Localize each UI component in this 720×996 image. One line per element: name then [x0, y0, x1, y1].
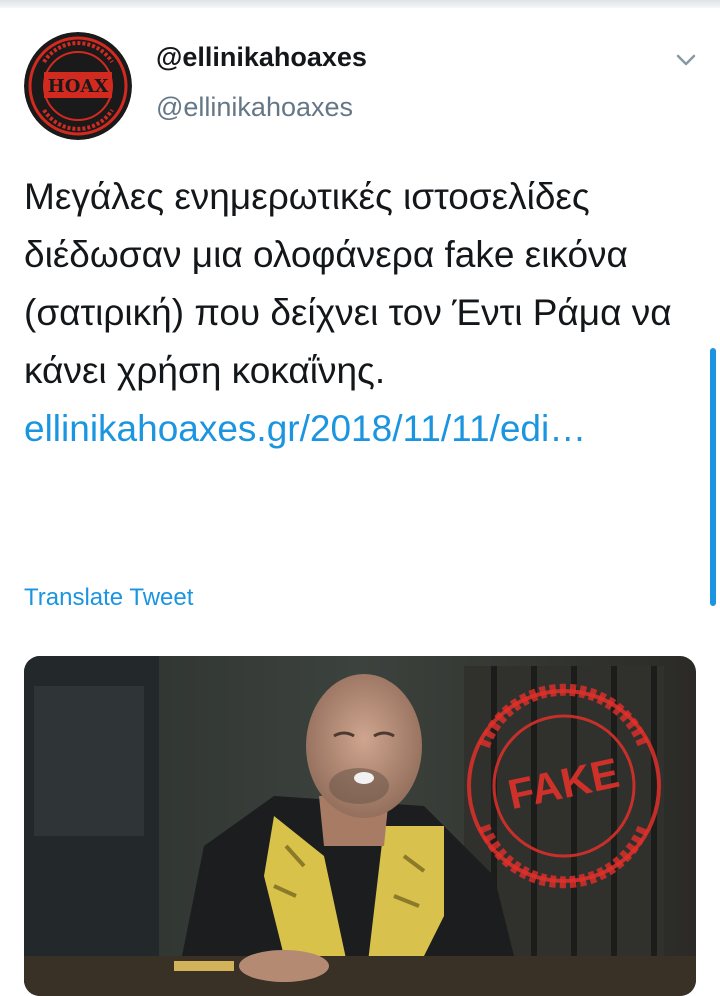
avatar-badge-text: HOAX	[48, 76, 109, 97]
tweet-body: Μεγάλες ενημερωτικές ιστοσελίδες διέδωσα…	[24, 176, 672, 391]
translate-tweet-link[interactable]: Translate Tweet	[24, 584, 193, 612]
avatar-logo: HOAX	[24, 32, 132, 140]
avatar[interactable]: HOAX	[24, 32, 132, 140]
tweet-text: Μεγάλες ενημερωτικές ιστοσελίδες διέδωσα…	[24, 168, 696, 458]
top-divider	[0, 0, 720, 8]
handle[interactable]: @ellinikahoaxes	[156, 92, 353, 123]
display-name[interactable]: @ellinikahoaxes	[156, 42, 367, 73]
chevron-down-icon[interactable]	[672, 46, 700, 74]
tweet-media-image[interactable]: FAKE	[24, 656, 696, 996]
tweet-link[interactable]: ellinikahoaxes.gr/2018/11/11/edi…	[24, 408, 586, 449]
scrollbar[interactable]	[710, 348, 716, 606]
